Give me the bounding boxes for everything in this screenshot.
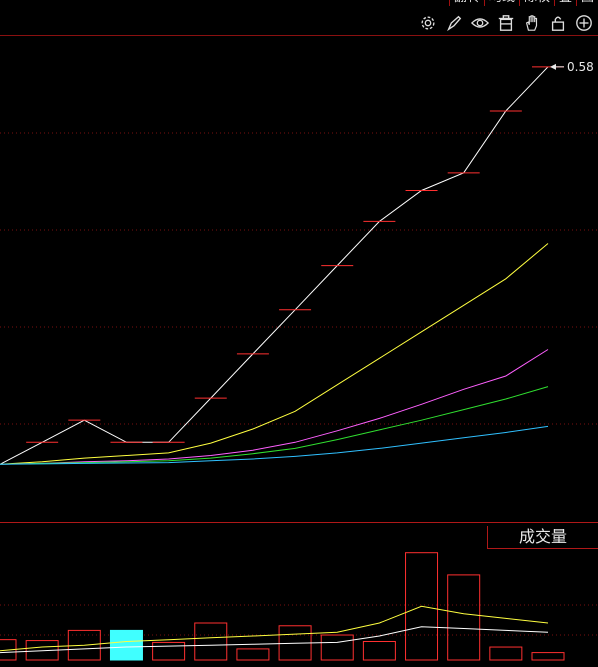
price-pointer-icon (550, 63, 556, 70)
volume-bar (236, 648, 270, 661)
volume-bar (152, 641, 186, 661)
price-chart[interactable]: 0.58 (0, 36, 598, 522)
volume-bar (489, 646, 523, 661)
pen-icon[interactable] (444, 13, 464, 33)
volume-chart[interactable] (0, 523, 598, 667)
price-line (0, 66, 549, 465)
hand-icon[interactable] (522, 13, 542, 33)
tab-overlay[interactable]: 叠 (553, 0, 576, 6)
toolbar: 翻转 均线 除权 叠 图 (0, 0, 598, 36)
tab-flip[interactable]: 翻转 (448, 0, 484, 6)
ma-line-yellow (0, 243, 549, 465)
volume-bar (194, 622, 228, 661)
tab-chart[interactable]: 图 (575, 0, 598, 6)
ma-line-green (0, 386, 549, 465)
volume-bar (531, 652, 565, 661)
lock-icon[interactable] (548, 13, 568, 33)
eye-icon[interactable] (470, 13, 490, 33)
tab-ex-rights[interactable]: 除权 (518, 0, 554, 6)
last-price-label: 0.58 (567, 60, 594, 74)
tab-moving-average[interactable]: 均线 (483, 0, 519, 6)
volume-bar (320, 634, 354, 661)
ma-line-magenta (0, 349, 549, 465)
volume-bar-highlight (109, 629, 143, 661)
tool-icons (418, 13, 594, 33)
volume-bar (447, 574, 481, 661)
view-tabs: 翻转 均线 除权 叠 图 (448, 0, 598, 6)
volume-bar (362, 641, 396, 661)
plus-circle-icon[interactable] (574, 13, 594, 33)
gear-icon[interactable] (418, 13, 438, 33)
trash-icon[interactable] (496, 13, 516, 33)
